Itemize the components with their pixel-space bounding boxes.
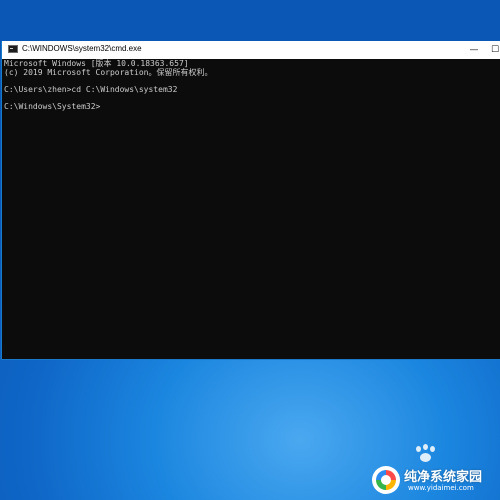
cmd-window[interactable]: C:\WINDOWS\system32\cmd.exe — ☐ × Micros… (1, 41, 500, 360)
window-title: C:\WINDOWS\system32\cmd.exe (22, 44, 142, 53)
console-output[interactable]: Microsoft Windows [版本 10.0.18363.657] (c… (2, 59, 500, 359)
console-prompt[interactable]: C:\Windows\System32> (4, 102, 500, 112)
watermark-logo-icon (372, 466, 400, 494)
cmd-icon[interactable] (8, 45, 18, 53)
site-watermark: 纯净系统家园 www.yidaimei.com (372, 462, 498, 498)
minimize-button[interactable]: — (466, 41, 482, 59)
watermark-url: www.yidaimei.com (408, 484, 474, 492)
console-line-copyright: (c) 2019 Microsoft Corporation。保留所有权利。 (4, 67, 213, 77)
maximize-button[interactable]: ☐ (487, 41, 500, 59)
title-bar[interactable]: C:\WINDOWS\system32\cmd.exe — ☐ × (2, 41, 500, 59)
watermark-title: 纯净系统家园 (404, 470, 483, 485)
paw-watermark-icon (412, 444, 440, 464)
console-line-command: C:\Users\zhen>cd C:\Windows\system32 (4, 84, 178, 94)
